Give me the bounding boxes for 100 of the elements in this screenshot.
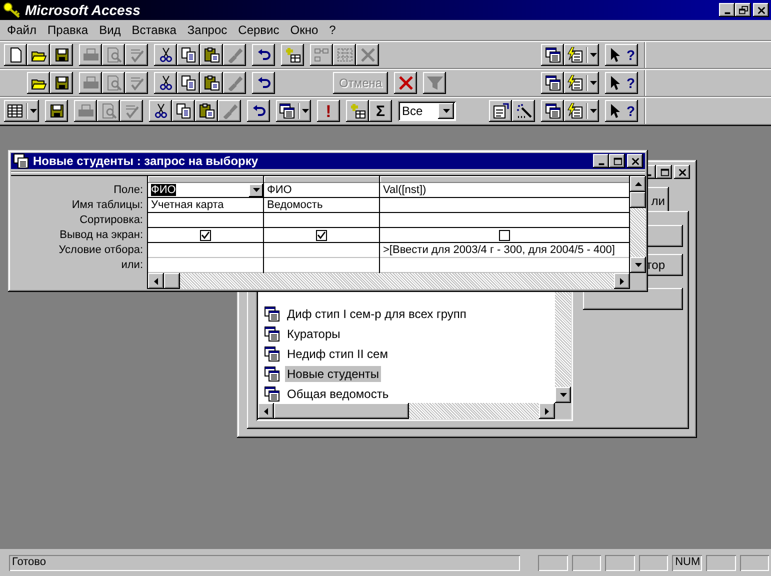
cut-button[interactable]: [154, 72, 177, 94]
row-label: Поле:: [114, 184, 143, 196]
dbwin-button[interactable]: [541, 100, 564, 122]
field-cell[interactable]: ФИО: [148, 183, 263, 198]
scroll-down-button[interactable]: [555, 387, 571, 403]
table-cell[interactable]: Учетная карта: [148, 198, 263, 213]
close-button[interactable]: [674, 165, 690, 179]
windows-icon: [544, 75, 561, 91]
scroll-right-button[interactable]: [614, 273, 630, 289]
maximize-button[interactable]: [656, 165, 672, 179]
close-button[interactable]: [627, 154, 643, 168]
open-button[interactable]: [27, 44, 50, 66]
menu-item[interactable]: Вставка: [128, 23, 184, 37]
restore-button[interactable]: [735, 3, 751, 17]
lightning-form-icon: [567, 75, 584, 91]
lightning-form-icon: [567, 103, 584, 119]
column-selector[interactable]: [148, 176, 263, 183]
row-label: или:: [121, 259, 143, 271]
scroll-thumb[interactable]: [630, 192, 646, 208]
windows-icon: [544, 103, 561, 119]
copy-button[interactable]: [177, 72, 200, 94]
minimize-button[interactable]: [593, 154, 609, 168]
column-selector[interactable]: [380, 176, 629, 183]
close-button[interactable]: [753, 3, 769, 17]
autoform-button[interactable]: [564, 72, 600, 94]
cross-icon: [398, 75, 414, 91]
save-button[interactable]: [50, 44, 73, 66]
newobj-button[interactable]: [281, 44, 304, 66]
dbwin-button[interactable]: [541, 44, 564, 66]
scroll-thumb[interactable]: [274, 403, 409, 419]
vertical-scrollbar[interactable]: [630, 176, 646, 273]
cut-button[interactable]: [149, 100, 172, 122]
menu-item[interactable]: ?: [325, 23, 343, 37]
show-checkbox[interactable]: [499, 230, 510, 240]
querytype-button[interactable]: [276, 100, 311, 122]
scroll-up-button[interactable]: [630, 176, 646, 192]
field-cell[interactable]: Val([nst]): [380, 183, 629, 198]
menu-item[interactable]: Правка: [44, 23, 96, 37]
scroll-thumb[interactable]: [164, 273, 180, 289]
status-panel: [638, 554, 668, 570]
list-item[interactable]: Новые студенты: [285, 366, 382, 382]
paste-button[interactable]: [200, 72, 223, 94]
caret-icon: [590, 109, 598, 113]
menu-item[interactable]: Сервис: [234, 23, 286, 37]
scroll-left-button[interactable]: [148, 273, 164, 289]
column-selector[interactable]: [264, 176, 379, 183]
scroll-left-button[interactable]: [258, 403, 274, 419]
autoform-button[interactable]: [564, 100, 600, 122]
newobj-button[interactable]: [346, 100, 369, 122]
list-item[interactable]: Кураторы: [285, 326, 342, 342]
dropdown-button[interactable]: [249, 184, 263, 196]
horizontal-scrollbar[interactable]: [148, 273, 646, 289]
autoform-button[interactable]: [564, 44, 600, 66]
undo-button[interactable]: [252, 44, 275, 66]
builder-button[interactable]: [512, 100, 536, 122]
copy-button[interactable]: [177, 44, 200, 66]
maximize-button[interactable]: [609, 154, 625, 168]
grid-icon: [336, 47, 352, 63]
list-item[interactable]: Общая ведомость: [285, 386, 391, 402]
cut-button[interactable]: [154, 44, 177, 66]
scroll-down-button[interactable]: [630, 257, 646, 273]
show-checkbox[interactable]: [316, 230, 327, 240]
paste-button[interactable]: [200, 44, 223, 66]
filter-combo[interactable]: Все: [398, 101, 456, 121]
menu-item[interactable]: Вид: [95, 23, 128, 37]
totals-button[interactable]: Σ: [369, 100, 392, 122]
undo-button[interactable]: [247, 100, 270, 122]
undo-button[interactable]: [252, 72, 275, 94]
list-item[interactable]: Недиф стип II сем: [285, 346, 390, 362]
right-arrow-icon: [545, 408, 549, 414]
table-cell[interactable]: Ведомость: [264, 198, 379, 213]
run-button[interactable]: !: [317, 100, 340, 122]
open-button[interactable]: [27, 72, 50, 94]
help-button[interactable]: ?: [605, 100, 638, 122]
dropdown-button[interactable]: [438, 103, 454, 119]
field-cell[interactable]: ФИО: [264, 183, 379, 198]
dbwin-button[interactable]: [541, 72, 564, 94]
menu-item[interactable]: Файл: [3, 23, 44, 37]
criteria-cell[interactable]: >[Ввести для 2003/4 г - 300, для 2004/5 - 400]: [380, 243, 629, 258]
list-item[interactable]: Диф стип I сем-р для всех групп: [285, 306, 468, 322]
minimize-button[interactable]: [719, 3, 735, 17]
copy-button[interactable]: [172, 100, 195, 122]
check-mark-icon: [128, 47, 144, 63]
delete-button[interactable]: [394, 72, 418, 94]
scroll-right-button[interactable]: [539, 403, 555, 419]
props-button[interactable]: [489, 100, 512, 122]
show-checkbox[interactable]: [200, 230, 211, 240]
help-button[interactable]: ?: [605, 72, 638, 94]
horizontal-scrollbar[interactable]: [258, 403, 571, 419]
new-button[interactable]: [4, 44, 27, 66]
save-button[interactable]: [45, 100, 68, 122]
query-icon: [264, 366, 280, 382]
caret-icon: [30, 109, 37, 113]
menu-item[interactable]: Запрос: [183, 23, 234, 37]
view-button[interactable]: [4, 100, 39, 122]
help-button[interactable]: ?: [605, 44, 638, 66]
save-button[interactable]: [50, 72, 73, 94]
status-panel: [605, 554, 635, 570]
menu-item[interactable]: Окно: [286, 23, 326, 37]
paste-button[interactable]: [195, 100, 218, 122]
